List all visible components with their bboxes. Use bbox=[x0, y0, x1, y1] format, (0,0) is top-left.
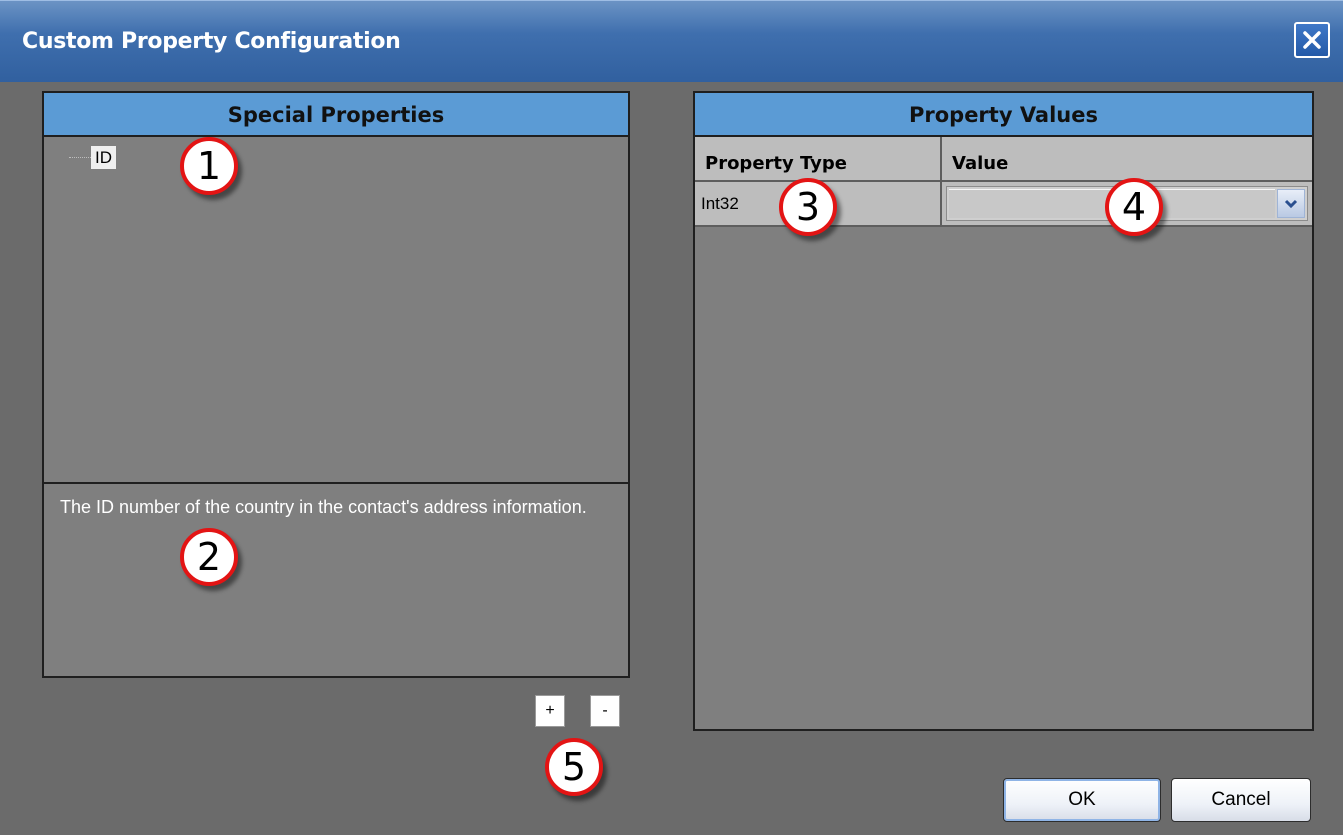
dropdown-button[interactable] bbox=[1277, 189, 1305, 218]
special-properties-tree[interactable]: ID bbox=[44, 137, 628, 484]
special-properties-header: Special Properties bbox=[44, 93, 628, 137]
callout-marker-4: 4 bbox=[1105, 178, 1163, 236]
column-header-property-type[interactable]: Property Type bbox=[695, 137, 942, 180]
tree-connector bbox=[69, 157, 93, 158]
ok-button[interactable]: OK bbox=[1003, 778, 1161, 822]
close-icon bbox=[1303, 31, 1321, 49]
chevron-down-icon bbox=[1284, 199, 1298, 209]
property-description: The ID number of the country in the cont… bbox=[60, 497, 587, 517]
window-title: Custom Property Configuration bbox=[22, 29, 401, 54]
add-property-button[interactable]: + bbox=[535, 695, 565, 727]
cancel-button[interactable]: Cancel bbox=[1171, 778, 1311, 822]
special-properties-panel: Special Properties ID The ID number of t… bbox=[42, 91, 630, 678]
callout-marker-1: 1 bbox=[180, 137, 238, 195]
grid-header-row: Property Type Value bbox=[695, 137, 1312, 182]
callout-marker-2: 2 bbox=[180, 528, 238, 586]
title-bar: Custom Property Configuration bbox=[0, 0, 1343, 82]
remove-property-button[interactable]: - bbox=[590, 695, 620, 727]
close-button[interactable] bbox=[1294, 22, 1330, 58]
tree-item-id[interactable]: ID bbox=[91, 146, 116, 169]
property-values-header: Property Values bbox=[695, 93, 1312, 137]
column-header-value[interactable]: Value bbox=[942, 137, 1312, 180]
callout-marker-5: 5 bbox=[545, 738, 603, 796]
callout-marker-3: 3 bbox=[779, 178, 837, 236]
